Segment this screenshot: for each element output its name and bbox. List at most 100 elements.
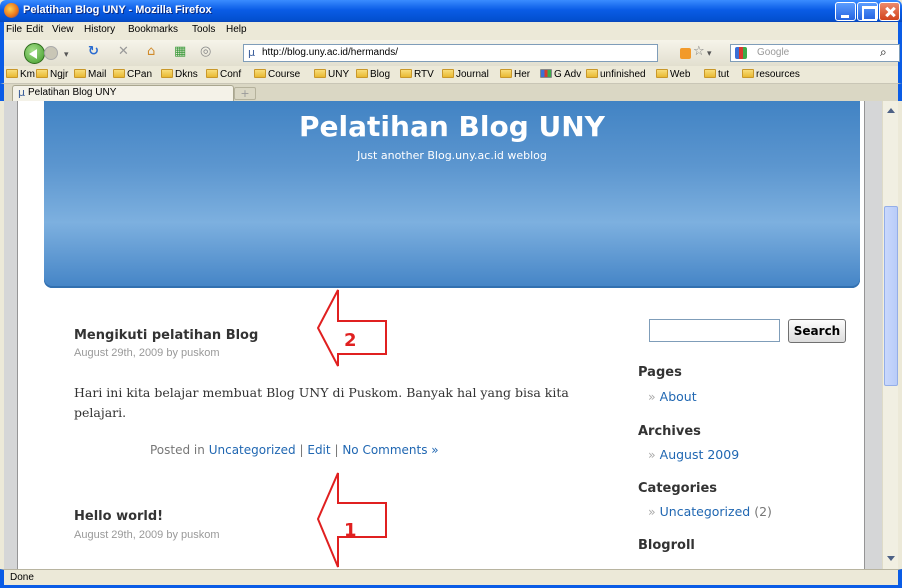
sidebar-heading-categories: Categories: [638, 481, 718, 496]
bookmark-label: Journal: [456, 69, 489, 80]
vertical-scrollbar[interactable]: [882, 101, 898, 569]
sidebar-link-august-2009[interactable]: » August 2009: [648, 447, 739, 462]
folder-icon: [161, 69, 173, 78]
bookmark-folder[interactable]: RTV: [400, 69, 434, 80]
bookmark-folder[interactable]: UNY: [314, 69, 349, 80]
link-label: August 2009: [659, 447, 740, 462]
forward-button[interactable]: [44, 46, 58, 60]
folder-icon: [314, 69, 326, 78]
menu-bookmarks[interactable]: Bookmarks: [128, 24, 178, 35]
maximize-button[interactable]: [857, 2, 878, 21]
bookmark-folder[interactable]: unfinished: [586, 69, 646, 80]
bookmark-label: CPan: [127, 69, 153, 80]
google-adsense-icon: [540, 69, 552, 78]
bookmark-label: UNY: [328, 69, 350, 80]
annotation-number: 1: [344, 520, 357, 541]
category-link[interactable]: Uncategorized: [209, 443, 296, 457]
separator: |: [299, 443, 304, 457]
blog-description: Just another Blog.uny.ac.id weblog: [357, 149, 547, 162]
menu-help[interactable]: Help: [226, 24, 247, 35]
folder-icon: [206, 69, 218, 78]
folder-icon: [356, 69, 368, 78]
stop-icon[interactable]: ✕: [118, 45, 129, 59]
home-icon[interactable]: ⌂: [147, 45, 155, 59]
sidebar-heading-blogroll: Blogroll: [638, 538, 695, 553]
bookmark-folder[interactable]: Dkns: [161, 69, 198, 80]
url-text[interactable]: http://blog.uny.ac.id/hermands/: [262, 47, 398, 58]
star-bookmark-icon[interactable]: ☆: [693, 44, 705, 59]
menu-tools[interactable]: Tools: [192, 24, 215, 35]
post-body: Hari ini kita belajar membuat Blog UNY d…: [74, 385, 569, 420]
bookmark-folder[interactable]: Ngjr: [36, 69, 68, 80]
site-favicon-icon: µ: [18, 86, 25, 99]
google-engine-icon[interactable]: [735, 47, 747, 59]
window-title: Pelatihan Blog UNY - Mozilla Firefox: [23, 4, 212, 16]
link-label: About: [659, 389, 697, 404]
bookmark-folder[interactable]: Conf: [206, 69, 241, 80]
reload-icon[interactable]: ↻: [88, 45, 99, 59]
bookmark-folder[interactable]: resources: [742, 69, 800, 80]
folder-icon: [656, 69, 668, 78]
blog-search-button[interactable]: Search: [788, 319, 846, 343]
comments-link[interactable]: No Comments »: [342, 443, 438, 457]
bookmark-folder[interactable]: Blog: [356, 69, 390, 80]
scroll-up-arrow-icon[interactable]: [884, 103, 898, 117]
bookmark-folder[interactable]: Journal: [442, 69, 489, 80]
status-bar: Done: [0, 569, 902, 588]
bookmark-link[interactable]: G Adv: [540, 69, 581, 80]
blog-title[interactable]: Pelatihan Blog UNY: [44, 110, 860, 143]
bookmark-folder[interactable]: Mail: [74, 69, 106, 80]
folder-icon: [742, 69, 754, 78]
menu-bar: File Edit View History Bookmarks Tools H…: [0, 22, 902, 40]
url-dropdown-icon[interactable]: ▾: [707, 47, 712, 61]
bookmark-label: tut: [718, 69, 730, 80]
rss-feed-icon[interactable]: [680, 48, 691, 59]
bullet: »: [648, 504, 656, 519]
window-title-bar[interactable]: Pelatihan Blog UNY - Mozilla Firefox: [0, 0, 902, 22]
bookmark-folder[interactable]: Km: [6, 69, 35, 80]
tab-label: Pelatihan Blog UNY: [28, 87, 117, 98]
menu-edit[interactable]: Edit: [26, 24, 43, 35]
blog-header[interactable]: Pelatihan Blog UNY Just another Blog.uny…: [44, 101, 860, 288]
bookmark-label: Web: [670, 69, 691, 80]
sidebar-heading-archives: Archives: [638, 424, 701, 439]
menu-file[interactable]: File: [6, 24, 22, 35]
bookmark-add-icon[interactable]: ▦: [174, 45, 186, 59]
bookmark-folder[interactable]: tut: [704, 69, 729, 80]
close-button[interactable]: [879, 2, 900, 21]
tab-pelatihan-blog[interactable]: µ Pelatihan Blog UNY: [12, 85, 234, 101]
sidebar-link-uncategorized[interactable]: » Uncategorized (2): [648, 504, 772, 519]
bookmark-label: Blog: [370, 69, 391, 80]
search-magnifier-icon[interactable]: ⌕: [880, 45, 887, 60]
scroll-down-arrow-icon[interactable]: [884, 551, 898, 565]
bookmark-label: Her: [514, 69, 531, 80]
bookmark-folder[interactable]: Web: [656, 69, 690, 80]
address-bar[interactable]: µ http://blog.uny.ac.id/hermands/: [243, 44, 658, 62]
bookmark-label: Km: [20, 69, 35, 80]
folder-icon: [500, 69, 512, 78]
bookmark-folder[interactable]: CPan: [113, 69, 152, 80]
folder-icon: [254, 69, 266, 78]
page-viewport[interactable]: Pelatihan Blog UNY Just another Blog.uny…: [4, 101, 882, 569]
new-tab-button[interactable]: +: [234, 87, 256, 100]
menu-view[interactable]: View: [52, 24, 74, 35]
menu-history[interactable]: History: [84, 24, 115, 35]
site-favicon-icon: µ: [248, 46, 255, 59]
post-footer: Posted in Uncategorized | Edit | No Comm…: [150, 443, 439, 457]
folder-icon: [36, 69, 48, 78]
blog-search-input[interactable]: [649, 319, 780, 342]
scroll-thumb[interactable]: [884, 206, 898, 386]
sidebar-link-about[interactable]: » About: [648, 389, 697, 404]
globe-icon[interactable]: ◎: [200, 45, 211, 59]
bookmark-label: Course: [268, 69, 301, 80]
separator: |: [334, 443, 339, 457]
post-title[interactable]: Mengikuti pelatihan Blog: [74, 328, 258, 343]
minimize-button[interactable]: [835, 2, 856, 21]
edit-link[interactable]: Edit: [307, 443, 330, 457]
post-title[interactable]: Hello world!: [74, 509, 163, 524]
bookmark-folder[interactable]: Course: [254, 69, 300, 80]
search-bar[interactable]: Google: [730, 44, 900, 62]
history-dropdown-icon[interactable]: ▾: [64, 48, 69, 62]
bookmark-folder[interactable]: Her: [500, 69, 530, 80]
back-button[interactable]: [24, 43, 45, 64]
